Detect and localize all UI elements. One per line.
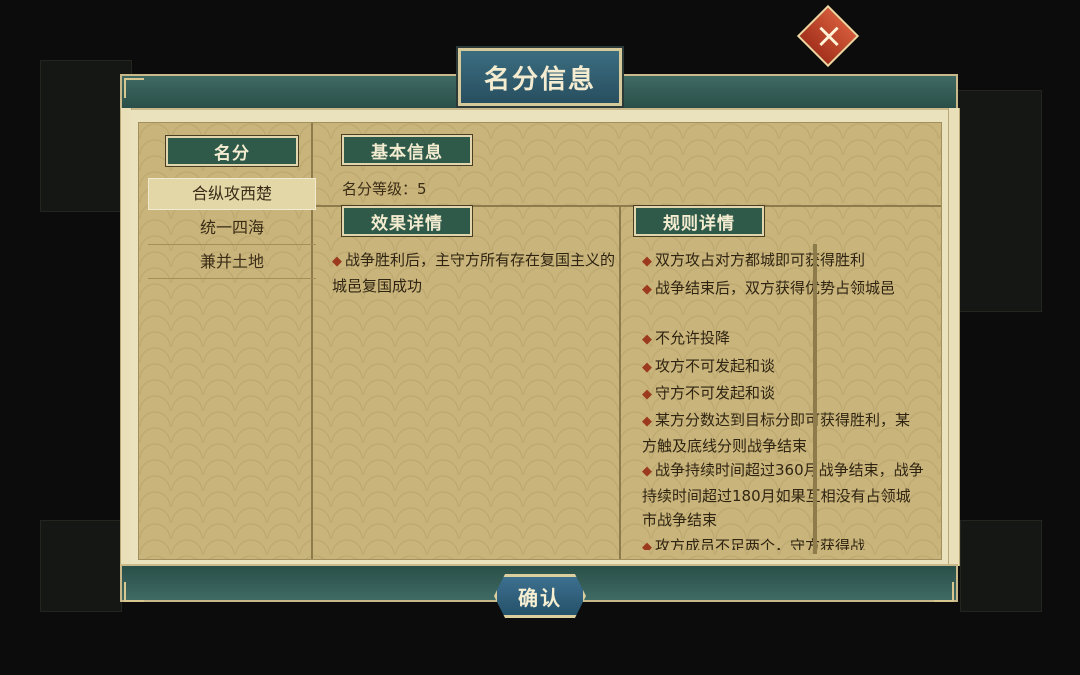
title-plaque: 名分信息: [458, 48, 622, 106]
rule-item: ◆ 某方分数达到目标分即可获得胜利，某方触及底线分则战争结束: [642, 411, 911, 455]
dialog-title: 名分信息: [483, 64, 596, 95]
corner-ornament-bottom-right: [934, 582, 954, 602]
diamond-bullet-icon: ◆: [642, 414, 652, 429]
diamond-bullet-icon: ◆: [642, 464, 652, 479]
corner-ornament-bottom-left: [124, 582, 144, 602]
background-panel-bottom-right: [960, 520, 1042, 612]
diamond-bullet-icon: ◆: [642, 540, 652, 550]
diamond-bullet-icon: ◆: [642, 282, 652, 297]
diamond-bullet-icon: ◆: [642, 387, 652, 402]
dialog-right-frame: [948, 108, 960, 566]
confirm-label: 确认: [518, 585, 562, 610]
background-panel-right: [950, 90, 1042, 312]
rank-item-1[interactable]: 统一四海: [148, 212, 316, 245]
background-panel-left: [40, 60, 132, 212]
rule-item: ◆ 守方不可发起和谈: [642, 384, 776, 402]
background-panel-bottom-left: [40, 520, 122, 612]
corner-ornament-top-left: [124, 78, 144, 98]
rank-item-2[interactable]: 兼并土地: [148, 246, 316, 279]
rules-scrollbar[interactable]: [813, 244, 817, 554]
effects-header: 效果详情: [341, 205, 473, 237]
diamond-bullet-icon: ◆: [642, 360, 652, 375]
rules-header: 规则详情: [633, 205, 765, 237]
rule-item: ◆ 攻方不可发起和谈: [642, 357, 776, 375]
diamond-bullet-icon: ◆: [642, 254, 652, 269]
diamond-bullet-icon: ◆: [332, 254, 342, 269]
close-icon[interactable]: ×: [814, 18, 844, 54]
confirm-button[interactable]: 确认: [494, 574, 586, 618]
rule-item: ◆ 双方攻占对方都城即可获得胜利: [642, 251, 866, 269]
basic-info-header: 基本信息: [341, 134, 473, 166]
rank-item-0[interactable]: 合纵攻西楚: [148, 178, 316, 210]
rank-level-text: 名分等级：5: [342, 180, 427, 198]
rule-item: ◆ 战争结束后，双方获得优势占领城邑: [642, 279, 896, 297]
effect-item: ◆ 战争胜利后，主守方所有存在复国主义的城邑复国成功: [332, 251, 616, 295]
rule-item: ◆ 战争持续时间超过360月战争结束，战争持续时间超过180月如果互相没有占领城市…: [642, 461, 924, 529]
rank-list-header: 名分: [165, 135, 299, 167]
rule-item: ◆ 不允许投降: [642, 329, 731, 347]
diamond-bullet-icon: ◆: [642, 332, 652, 347]
rule-item-partial: ◆ 攻方成员不足两个，守方获得战: [642, 534, 924, 550]
column-divider-middle: [619, 207, 621, 559]
